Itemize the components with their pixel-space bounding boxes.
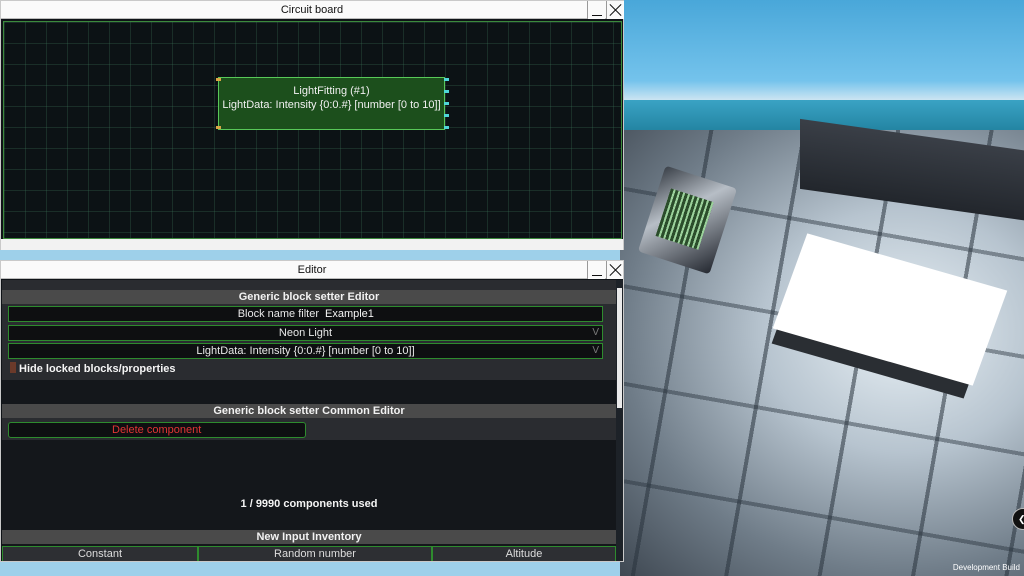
delete-component-button[interactable]: Delete component [8,422,306,438]
checkbox-icon[interactable] [10,362,16,373]
output-port-icon[interactable] [444,90,449,93]
input-port-icon[interactable] [216,78,221,81]
dev-build-label: Development Build [952,563,1020,572]
close-icon[interactable] [606,261,623,279]
circuit-board-window: Circuit board LightFitting (#1) LightDat… [0,0,624,250]
setter-section-header: Generic block setter Editor [2,290,616,304]
output-port-icon[interactable] [444,78,449,81]
circuit-grid[interactable]: LightFitting (#1) LightData: Intensity {… [3,21,622,239]
light-fitting-node[interactable]: LightFitting (#1) LightData: Intensity {… [216,77,449,130]
output-port-icon[interactable] [444,126,449,129]
circuit-window-footer [1,239,623,250]
hide-locked-label: Hide locked blocks/properties [19,363,176,375]
output-port-icon[interactable] [444,102,449,105]
inventory-item-random-number[interactable]: Random number [198,546,432,561]
inventory-item-altitude[interactable]: Altitude [432,546,616,561]
close-icon[interactable] [606,1,624,19]
block-name-filter-input[interactable]: Block name filter Example1 [8,306,603,322]
property-select-dropdown[interactable]: LightData: Intensity {0:0.#} [number [0 … [8,343,603,359]
editor-window: Editor Generic block setter Editor Block… [0,260,624,562]
editor-window-title: Editor [1,261,623,279]
filter-value: Example1 [325,308,374,320]
node-title: LightFitting (#1) [293,85,370,97]
hide-locked-toggle[interactable]: Hide locked blocks/properties [10,362,176,376]
inventory-item-constant[interactable]: Constant [2,546,198,561]
scrollbar-thumb[interactable] [617,288,622,408]
components-usage: 1 / 9990 components used [240,498,378,510]
output-port-icon[interactable] [444,114,449,117]
minimize-icon[interactable] [587,261,605,279]
editor-scrollbar[interactable] [616,280,623,561]
minimize-icon[interactable] [587,1,605,19]
property-select-value: LightData: Intensity {0:0.#} [number [0 … [196,345,415,357]
input-port-icon[interactable] [216,126,221,129]
inventory-header: New Input Inventory [2,530,616,544]
block-select-value: Neon Light [278,327,333,339]
node-property: LightData: Intensity {0:0.#} [number [0 … [222,99,441,111]
common-section-header: Generic block setter Common Editor [2,404,616,418]
editor-body: Generic block setter Editor Block name f… [2,280,616,561]
block-select-dropdown[interactable]: Neon Light V [8,325,603,341]
chevron-down-icon: V [592,345,599,356]
circuit-window-title: Circuit board [1,1,623,19]
chevron-down-icon: V [592,327,599,338]
filter-label: Block name filter [237,308,319,320]
